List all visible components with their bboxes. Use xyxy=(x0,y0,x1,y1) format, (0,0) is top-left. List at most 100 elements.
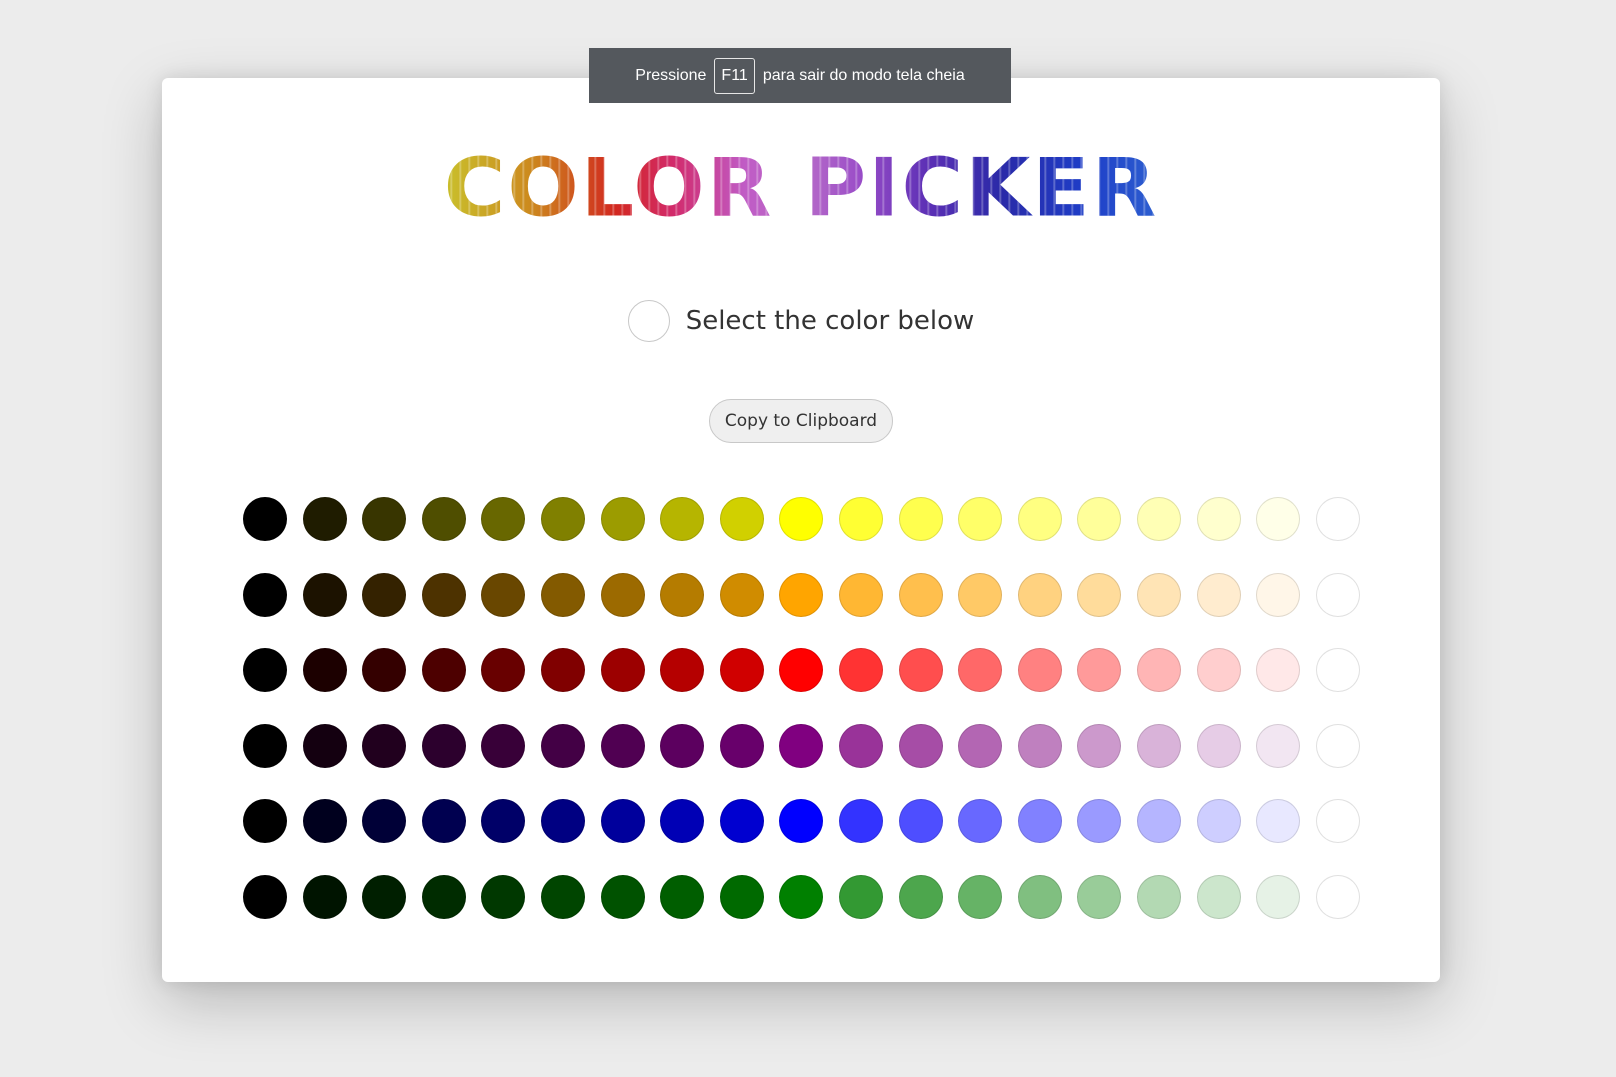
color-swatch[interactable] xyxy=(719,799,764,844)
color-swatch[interactable] xyxy=(838,723,883,768)
color-swatch[interactable] xyxy=(838,572,883,617)
color-swatch[interactable] xyxy=(1256,874,1301,919)
color-swatch[interactable] xyxy=(1256,723,1301,768)
color-swatch[interactable] xyxy=(302,723,347,768)
color-swatch[interactable] xyxy=(481,874,526,919)
color-swatch[interactable] xyxy=(1196,497,1241,541)
color-swatch[interactable] xyxy=(719,497,764,541)
color-swatch[interactable] xyxy=(898,723,943,768)
color-swatch[interactable] xyxy=(779,648,824,693)
color-swatch[interactable] xyxy=(421,799,466,844)
color-swatch[interactable] xyxy=(421,723,466,768)
color-swatch[interactable] xyxy=(1017,648,1062,693)
color-swatch[interactable] xyxy=(838,497,883,541)
color-swatch[interactable] xyxy=(898,497,943,541)
color-swatch[interactable] xyxy=(779,572,824,617)
color-swatch[interactable] xyxy=(302,799,347,844)
color-swatch[interactable] xyxy=(243,648,287,693)
color-swatch[interactable] xyxy=(1256,648,1301,693)
color-swatch[interactable] xyxy=(958,799,1003,844)
color-swatch[interactable] xyxy=(1315,572,1360,617)
color-swatch[interactable] xyxy=(779,723,824,768)
color-swatch[interactable] xyxy=(540,572,585,617)
color-swatch[interactable] xyxy=(660,648,705,693)
color-swatch[interactable] xyxy=(421,648,466,693)
color-swatch[interactable] xyxy=(362,723,407,768)
color-swatch[interactable] xyxy=(1136,497,1181,541)
color-swatch[interactable] xyxy=(302,572,347,617)
color-swatch[interactable] xyxy=(1136,723,1181,768)
color-swatch[interactable] xyxy=(1196,799,1241,844)
color-swatch[interactable] xyxy=(1315,723,1360,768)
color-swatch[interactable] xyxy=(719,874,764,919)
color-swatch[interactable] xyxy=(1256,497,1301,541)
color-swatch[interactable] xyxy=(600,799,645,844)
color-swatch[interactable] xyxy=(600,572,645,617)
color-swatch[interactable] xyxy=(958,874,1003,919)
color-swatch[interactable] xyxy=(1077,874,1122,919)
color-swatch[interactable] xyxy=(958,648,1003,693)
color-swatch[interactable] xyxy=(302,497,347,541)
color-swatch[interactable] xyxy=(1077,572,1122,617)
color-swatch[interactable] xyxy=(362,497,407,541)
color-swatch[interactable] xyxy=(421,572,466,617)
color-swatch[interactable] xyxy=(1017,572,1062,617)
color-swatch[interactable] xyxy=(1315,874,1360,919)
color-swatch[interactable] xyxy=(540,497,585,541)
color-swatch[interactable] xyxy=(362,648,407,693)
color-swatch[interactable] xyxy=(1017,799,1062,844)
color-swatch[interactable] xyxy=(540,723,585,768)
color-swatch[interactable] xyxy=(898,572,943,617)
color-swatch[interactable] xyxy=(600,648,645,693)
color-swatch[interactable] xyxy=(600,874,645,919)
color-swatch[interactable] xyxy=(719,572,764,617)
color-swatch[interactable] xyxy=(1256,799,1301,844)
color-swatch[interactable] xyxy=(1196,648,1241,693)
color-swatch[interactable] xyxy=(898,874,943,919)
color-swatch[interactable] xyxy=(660,799,705,844)
color-swatch[interactable] xyxy=(600,497,645,541)
color-swatch[interactable] xyxy=(1136,874,1181,919)
color-swatch[interactable] xyxy=(302,874,347,919)
color-swatch[interactable] xyxy=(660,497,705,541)
color-swatch[interactable] xyxy=(660,572,705,617)
color-swatch[interactable] xyxy=(779,799,824,844)
color-swatch[interactable] xyxy=(1315,799,1360,844)
color-swatch[interactable] xyxy=(898,648,943,693)
color-swatch[interactable] xyxy=(779,874,824,919)
color-swatch[interactable] xyxy=(421,497,466,541)
color-swatch[interactable] xyxy=(719,723,764,768)
color-swatch[interactable] xyxy=(1136,799,1181,844)
copy-to-clipboard-button[interactable]: Copy to Clipboard xyxy=(709,399,893,443)
color-swatch[interactable] xyxy=(660,874,705,919)
color-swatch[interactable] xyxy=(481,497,526,541)
color-swatch[interactable] xyxy=(1077,497,1122,541)
color-swatch[interactable] xyxy=(540,799,585,844)
color-swatch[interactable] xyxy=(958,572,1003,617)
color-swatch[interactable] xyxy=(1256,572,1301,617)
color-swatch[interactable] xyxy=(481,572,526,617)
color-swatch[interactable] xyxy=(362,572,407,617)
color-swatch[interactable] xyxy=(1136,648,1181,693)
color-swatch[interactable] xyxy=(481,723,526,768)
color-swatch[interactable] xyxy=(243,572,287,617)
color-swatch[interactable] xyxy=(540,874,585,919)
color-swatch[interactable] xyxy=(1017,874,1062,919)
color-swatch[interactable] xyxy=(1196,572,1241,617)
color-swatch[interactable] xyxy=(838,874,883,919)
color-swatch[interactable] xyxy=(1196,874,1241,919)
color-swatch[interactable] xyxy=(1077,648,1122,693)
color-swatch[interactable] xyxy=(243,497,287,541)
color-swatch[interactable] xyxy=(838,648,883,693)
color-swatch[interactable] xyxy=(243,799,287,844)
color-swatch[interactable] xyxy=(243,874,287,919)
color-swatch[interactable] xyxy=(302,648,347,693)
color-swatch[interactable] xyxy=(540,648,585,693)
color-swatch[interactable] xyxy=(838,799,883,844)
color-swatch[interactable] xyxy=(719,648,764,693)
color-swatch[interactable] xyxy=(958,723,1003,768)
color-swatch[interactable] xyxy=(958,497,1003,541)
color-swatch[interactable] xyxy=(362,799,407,844)
color-swatch[interactable] xyxy=(600,723,645,768)
color-swatch[interactable] xyxy=(481,799,526,844)
